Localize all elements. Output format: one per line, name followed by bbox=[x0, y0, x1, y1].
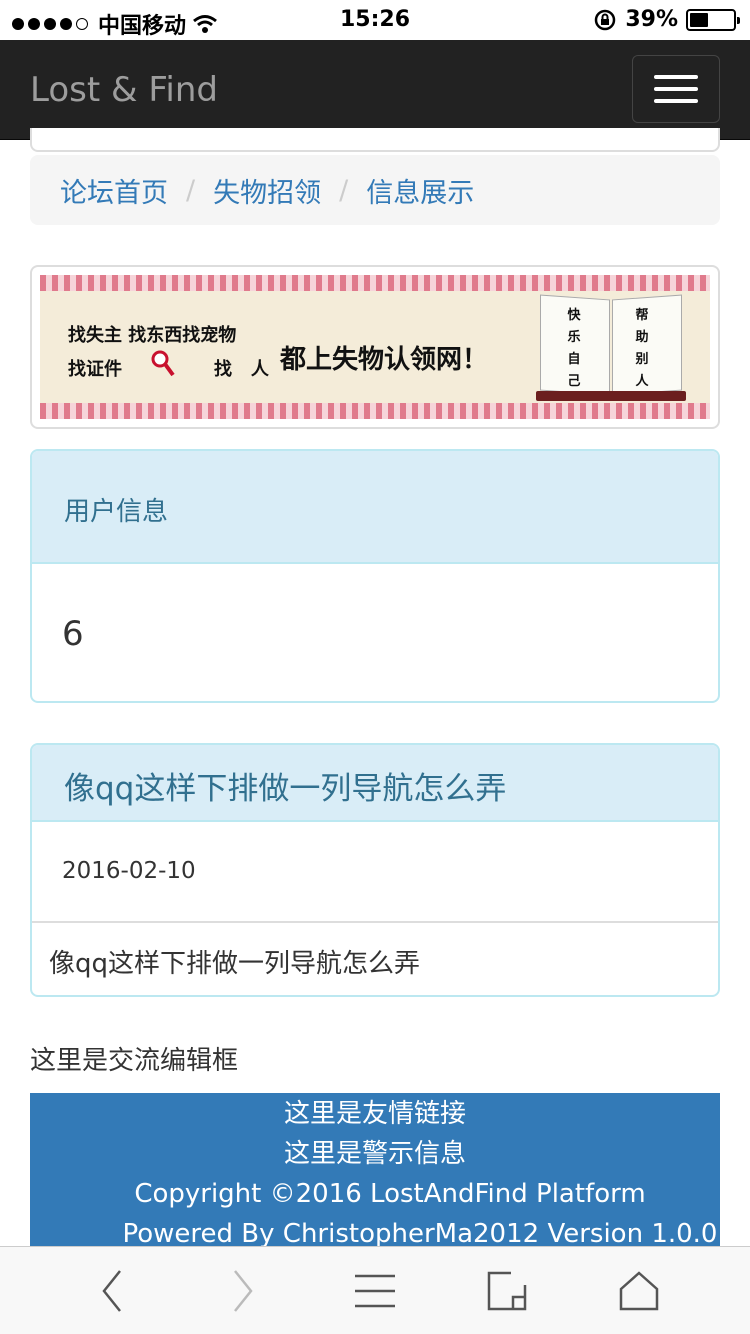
menu-icon bbox=[355, 1274, 395, 1308]
menu-toggle-button[interactable] bbox=[632, 55, 720, 123]
status-right: 39% bbox=[593, 7, 740, 32]
breadcrumb-separator: / bbox=[339, 174, 349, 206]
back-button[interactable] bbox=[87, 1267, 137, 1315]
breadcrumb-separator: / bbox=[186, 174, 196, 206]
bookmarks-button[interactable] bbox=[350, 1267, 400, 1315]
user-info-value: 6 bbox=[62, 614, 84, 654]
post-date: 2016-02-10 bbox=[32, 822, 718, 923]
browser-toolbar bbox=[0, 1246, 750, 1334]
share-icon bbox=[487, 1271, 527, 1311]
breadcrumb: 论坛首页 / 失物招领 / 信息展示 bbox=[30, 155, 720, 225]
collapsed-panel-edge bbox=[30, 128, 720, 152]
panel-title: 用户信息 bbox=[32, 451, 718, 564]
user-info-panel: 用户信息 6 bbox=[30, 449, 720, 703]
battery-icon bbox=[686, 8, 740, 31]
banner-line-1: 找失主 找东西找宠物 bbox=[68, 325, 237, 346]
forward-button[interactable] bbox=[218, 1267, 268, 1315]
home-icon bbox=[619, 1271, 659, 1311]
post-panel: 像qq这样下排做一列导航怎么弄 2016-02-10 像qq这样下排做一列导航怎… bbox=[30, 743, 720, 997]
share-button[interactable] bbox=[482, 1267, 532, 1315]
battery-percent: 39% bbox=[625, 7, 678, 32]
breadcrumb-item-home[interactable]: 论坛首页 bbox=[60, 171, 168, 210]
breadcrumb-item-info[interactable]: 信息展示 bbox=[366, 171, 474, 210]
magnifier-icon bbox=[151, 350, 175, 377]
brand-link[interactable]: Lost & Find bbox=[30, 70, 218, 110]
breadcrumb-item-lost-found[interactable]: 失物招领 bbox=[213, 171, 321, 210]
banner-thumbnail: 找失主 找东西找宠物 找证件找 人 都上失物认领网！ 快乐自己 帮助别人 bbox=[30, 265, 720, 429]
banner-image: 找失主 找东西找宠物 找证件找 人 都上失物认领网！ 快乐自己 帮助别人 bbox=[40, 275, 710, 419]
banner-slogan: 都上失物认领网！ bbox=[280, 345, 489, 375]
editor-placeholder: 这里是交流编辑框 bbox=[30, 1046, 239, 1076]
hamburger-icon bbox=[654, 75, 698, 79]
powered-by-text: Powered By ChristopherMa2012 Version 1.0… bbox=[122, 1219, 718, 1246]
navbar: Lost & Find bbox=[0, 40, 750, 140]
post-title[interactable]: 像qq这样下排做一列导航怎么弄 bbox=[32, 745, 718, 822]
home-button[interactable] bbox=[614, 1267, 664, 1315]
book-icon: 快乐自己 帮助别人 bbox=[536, 293, 686, 401]
chevron-right-icon bbox=[234, 1270, 253, 1312]
rotation-lock-icon bbox=[595, 9, 616, 30]
post-content: 像qq这样下排做一列导航怎么弄 bbox=[49, 949, 421, 979]
copyright-text: Copyright ©2016 LostAndFind Platform bbox=[134, 1179, 646, 1209]
book-right-text: 帮助别人 bbox=[635, 308, 649, 389]
warning-info: 这里是警示信息 bbox=[283, 1139, 466, 1169]
friend-links[interactable]: 这里是友情链接 bbox=[30, 1094, 720, 1134]
status-bar: 中国移动 15:26 39% bbox=[0, 0, 750, 40]
book-left-text: 快乐自己 bbox=[567, 308, 581, 389]
footer: 这里是友情链接 这里是警示信息 Copyright ©2016 LostAndF… bbox=[30, 1093, 720, 1246]
chevron-left-icon bbox=[102, 1270, 121, 1312]
